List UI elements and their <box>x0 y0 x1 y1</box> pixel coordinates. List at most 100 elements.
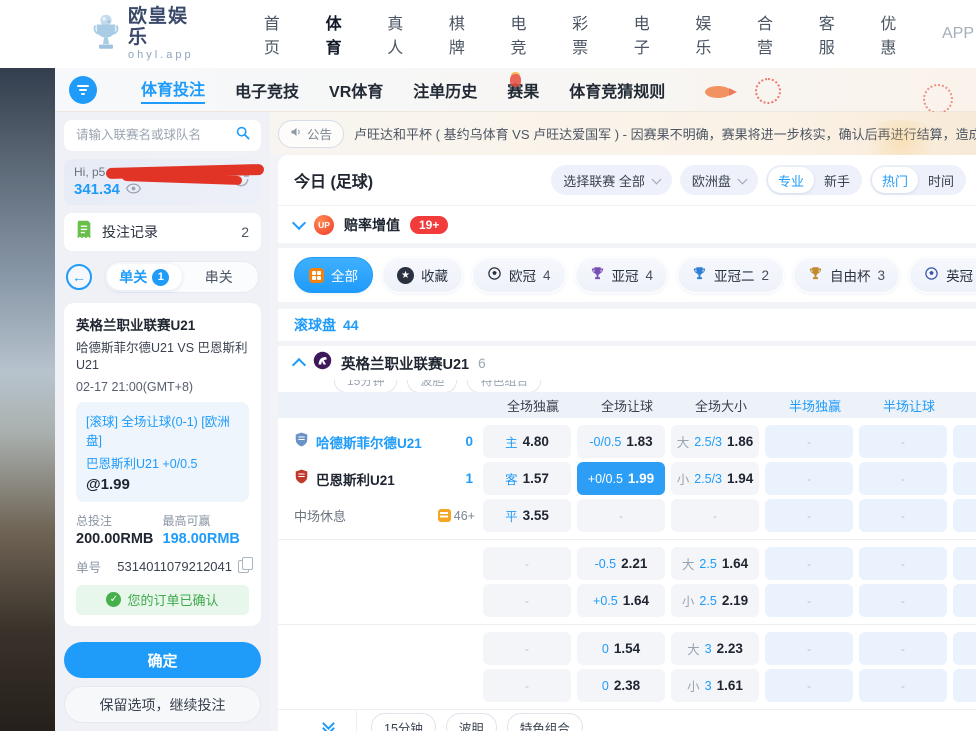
odds-cell[interactable]: - <box>483 632 571 665</box>
market-type-label: 欧洲盘 <box>692 171 731 190</box>
odds-line-label: +0.5 <box>593 594 618 608</box>
odds-cell[interactable]: -0.52.21 <box>577 547 665 580</box>
subnav-item-体育竞猜规则[interactable]: 体育竞猜规则 <box>569 78 665 102</box>
back-arrow-icon[interactable]: ← <box>66 264 92 290</box>
table-footer: 15分钟波胆特色组合 <box>278 709 976 731</box>
league-search-box[interactable] <box>64 120 261 151</box>
odds-cell[interactable]: +0/0.51.99 <box>577 462 665 495</box>
subnav-item-注单历史[interactable]: 注单历史 <box>413 78 477 102</box>
expand-more-icon[interactable] <box>308 722 348 731</box>
topnav-item-APP[interactable]: APP <box>940 3 976 65</box>
odds-row: -01.54大32.23--- <box>278 630 976 667</box>
odds-cell[interactable]: - <box>859 462 947 495</box>
odds-cell[interactable]: - <box>953 499 976 532</box>
odds-line-label: 2.5/3 <box>694 472 722 486</box>
match-stats[interactable]: 46+ <box>438 509 475 523</box>
odds-value: 1.54 <box>614 641 640 656</box>
odds-cell[interactable]: - <box>859 425 947 458</box>
category-pill-亚冠[interactable]: 亚冠4 <box>575 257 669 293</box>
odds-cell[interactable]: 小2.52.19 <box>671 584 759 617</box>
market-pill-15分钟[interactable]: 15分钟 <box>371 713 436 731</box>
mode-novice[interactable]: 新手 <box>814 167 860 193</box>
odds-cell[interactable]: - <box>483 584 571 617</box>
subnav-item-体育投注[interactable]: 体育投注 <box>141 76 205 104</box>
odds-cell[interactable]: - <box>953 462 976 495</box>
search-icon[interactable] <box>235 125 251 146</box>
odds-cell[interactable]: - <box>953 669 976 702</box>
odds-cell[interactable]: - <box>765 462 853 495</box>
mode-pro[interactable]: 专业 <box>768 167 814 193</box>
tab-single-bet[interactable]: 单关 1 <box>107 264 182 290</box>
odds-cell[interactable]: -0/0.51.83 <box>577 425 665 458</box>
search-input[interactable] <box>74 127 229 143</box>
odds-cell[interactable]: - <box>577 499 665 532</box>
tab-parlay-bet[interactable]: 串关 <box>182 264 257 290</box>
category-pill-英冠[interactable]: 英冠2 <box>909 257 976 293</box>
odds-cell[interactable]: - <box>483 669 571 702</box>
odds-cell[interactable]: - <box>671 499 759 532</box>
odds-line-label: 2.5/3 <box>694 435 722 449</box>
odds-cell[interactable]: - <box>765 425 853 458</box>
odds-cell[interactable]: - <box>765 499 853 532</box>
category-pill-亚冠二[interactable]: 亚冠二2 <box>677 257 784 293</box>
odds-cell[interactable]: - <box>859 584 947 617</box>
confirm-button[interactable]: 确定 <box>64 642 261 678</box>
odds-line-label: 3 <box>705 679 712 693</box>
odds-cell[interactable]: - <box>859 669 947 702</box>
odds-cell[interactable]: 主4.80 <box>483 425 571 458</box>
odds-cell[interactable]: - <box>953 425 976 458</box>
odds-boost-row[interactable]: UP 赔率增值 19+ <box>278 205 976 243</box>
odds-cell[interactable]: - <box>953 584 976 617</box>
league-select-dropdown[interactable]: 选择联赛 全部 <box>551 165 672 195</box>
odds-cell[interactable]: 大32.23 <box>671 632 759 665</box>
slip-tabs-row: ← 单关 1 串关 <box>64 259 261 295</box>
odds-cell[interactable]: - <box>765 584 853 617</box>
odds-cell[interactable]: - <box>953 632 976 665</box>
site-logo[interactable]: 欧皇娱乐 ohyl.app <box>92 7 204 61</box>
odds-column-headers: 全场独赢全场让球全场大小半场独赢半场让球 <box>278 392 976 418</box>
odds-cell[interactable]: - <box>765 632 853 665</box>
subnav-item-电子竞技[interactable]: 电子竞技 <box>235 78 299 102</box>
category-pill-全部[interactable]: 全部 <box>294 257 373 293</box>
odds-cell[interactable]: 小2.5/31.94 <box>671 462 759 495</box>
filter-icon[interactable] <box>69 76 97 104</box>
odds-cell[interactable]: 客1.57 <box>483 462 571 495</box>
team-score: 1 <box>465 471 473 486</box>
odds-cell[interactable]: 01.54 <box>577 632 665 665</box>
odds-cell[interactable]: - <box>859 547 947 580</box>
market-type-dropdown[interactable]: 欧洲盘 <box>680 165 758 195</box>
order-number-value: 5314011079212041 <box>117 559 232 574</box>
league-section-header[interactable]: 英格兰职业联赛U21 6 <box>278 346 976 380</box>
odds-cell[interactable]: 大2.51.64 <box>671 547 759 580</box>
live-betting-row[interactable]: 滚球盘 44 <box>278 309 976 341</box>
odds-cell[interactable]: +0.51.64 <box>577 584 665 617</box>
odds-cell[interactable]: 大2.5/31.86 <box>671 425 759 458</box>
bet-slip-card: 英格兰职业联赛U21 哈德斯菲尔德U21 VS 巴恩斯利U21 02-17 21… <box>64 303 261 626</box>
announcement-pill[interactable]: 公告 <box>278 120 344 148</box>
dash-mark: - <box>525 594 529 608</box>
category-label: 英冠 <box>946 265 973 285</box>
odds-cell[interactable]: 02.38 <box>577 669 665 702</box>
odds-cell[interactable]: - <box>483 547 571 580</box>
odds-cell[interactable]: - <box>765 669 853 702</box>
market-pill-波胆[interactable]: 波胆 <box>446 713 497 731</box>
odds-cell[interactable]: - <box>859 632 947 665</box>
subnav-item-VR体育[interactable]: VR体育 <box>329 78 383 102</box>
keep-selection-button[interactable]: 保留选项，继续投注 <box>64 686 261 723</box>
sort-hot[interactable]: 热门 <box>872 167 918 193</box>
sort-time[interactable]: 时间 <box>918 167 964 193</box>
category-pill-自由杯[interactable]: 自由杯3 <box>793 257 900 293</box>
odds-cell[interactable]: 平3.55 <box>483 499 571 532</box>
copy-icon[interactable] <box>238 560 249 573</box>
max-win-value: 198.00RMB <box>163 531 250 547</box>
market-pill-特色组合[interactable]: 特色组合 <box>507 713 583 731</box>
category-pill-欧冠[interactable]: 欧冠4 <box>472 257 566 293</box>
odds-cell[interactable]: - <box>953 547 976 580</box>
category-pill-收藏[interactable]: ★收藏 <box>382 257 463 293</box>
eye-icon[interactable] <box>126 181 141 199</box>
bet-record-row[interactable]: 投注记录 2 <box>64 213 261 251</box>
odds-cell[interactable]: - <box>765 547 853 580</box>
subnav-item-赛果[interactable]: 赛果 <box>507 78 539 102</box>
odds-cell[interactable]: - <box>859 499 947 532</box>
odds-cell[interactable]: 小31.61 <box>671 669 759 702</box>
